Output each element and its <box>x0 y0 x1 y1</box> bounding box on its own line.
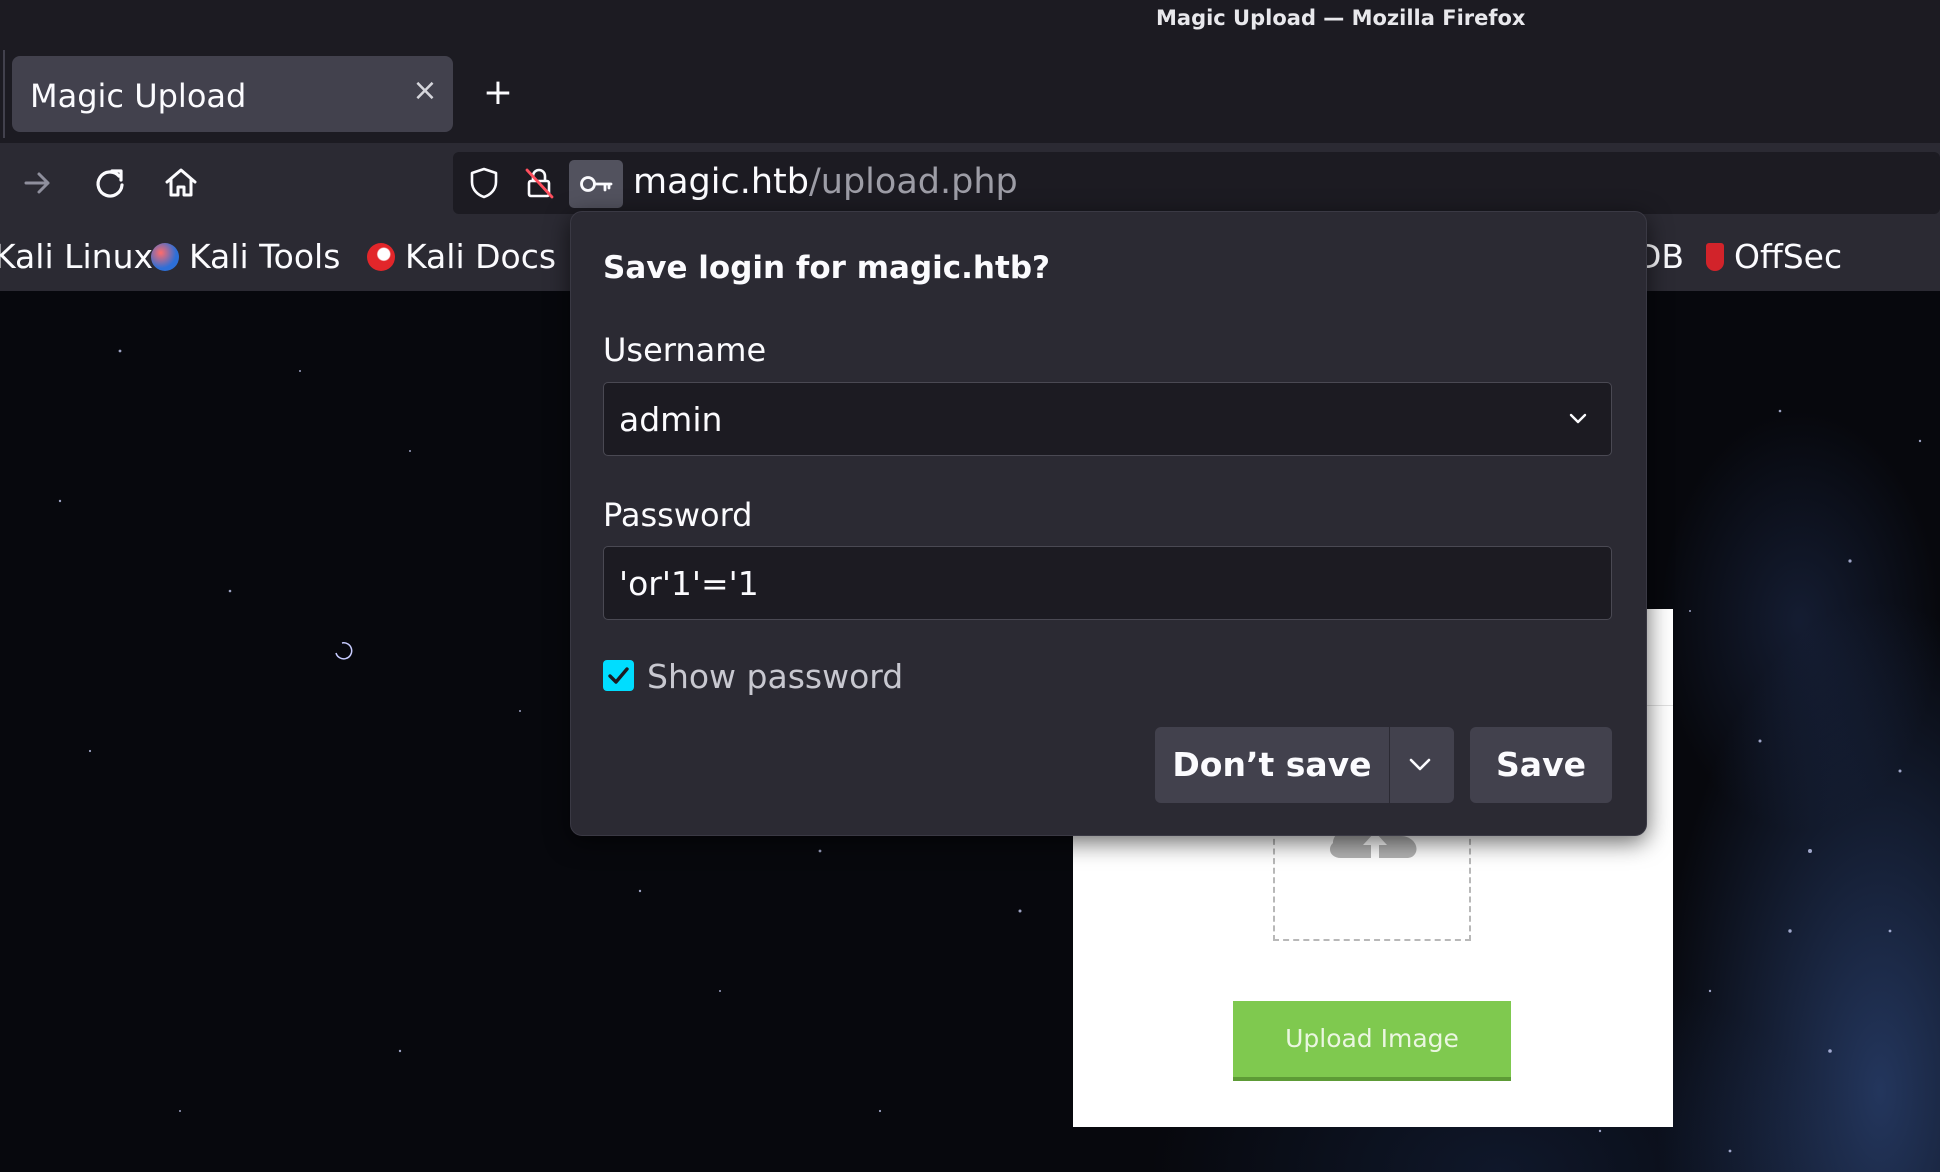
kali-docs-icon <box>367 243 395 271</box>
url-bar[interactable]: magic.htb/upload.php <box>453 152 1940 214</box>
url-text[interactable]: magic.htb/upload.php <box>633 162 1018 202</box>
shield-icon[interactable] <box>466 165 502 201</box>
url-host: magic.htb <box>633 162 809 202</box>
insecure-lock-icon[interactable] <box>521 165 557 201</box>
save-button[interactable]: Save <box>1470 727 1612 803</box>
username-value: admin <box>619 400 723 439</box>
tab-label: Magic Upload <box>30 77 247 115</box>
forward-icon <box>24 172 50 194</box>
show-password-checkbox[interactable] <box>603 660 634 691</box>
home-button[interactable] <box>159 161 203 205</box>
password-label: Password <box>603 496 753 534</box>
url-path: /upload.php <box>808 162 1018 202</box>
show-password-label[interactable]: Show password <box>647 657 903 696</box>
reload-icon <box>96 169 124 198</box>
dont-save-label: Don’t save <box>1172 745 1372 784</box>
bookmark-label: OffSec <box>1734 237 1843 276</box>
password-field[interactable]: 'or'1'='1 <box>603 546 1612 620</box>
bookmark-kali-linux[interactable]: Kali Linux <box>0 237 153 276</box>
key-icon <box>580 176 613 192</box>
home-icon <box>165 168 197 197</box>
forward-button[interactable] <box>16 161 60 205</box>
username-dropdown[interactable]: admin <box>603 382 1612 456</box>
save-login-popup: Save login for magic.htb? Username admin… <box>570 211 1647 836</box>
bookmark-offsec[interactable]: OffSec <box>1706 237 1842 276</box>
bookmark-label: Kali Linux <box>0 237 154 276</box>
reload-button[interactable] <box>88 161 132 205</box>
window-titlebar: Magic Upload — Mozilla Firefox <box>0 0 1940 47</box>
tab-close-icon[interactable]: × <box>407 73 443 109</box>
tab-strip-edge <box>3 50 5 138</box>
key-button[interactable] <box>569 160 623 208</box>
chevron-down-icon[interactable] <box>1405 752 1435 778</box>
tab-strip: Magic Upload × + <box>0 47 1940 143</box>
bookmark-label: Kali Tools <box>189 237 341 276</box>
kali-tools-icon <box>151 243 179 271</box>
dont-save-button[interactable]: Don’t save <box>1155 727 1454 803</box>
bookmark-label: Kali Docs <box>405 237 557 276</box>
popup-title: Save login for magic.htb? <box>603 250 1050 286</box>
bookmark-kali-tools[interactable]: Kali Tools <box>151 237 340 276</box>
button-separator <box>1389 727 1390 803</box>
tab-magic-upload[interactable]: Magic Upload × <box>12 56 453 132</box>
window-title: Magic Upload — Mozilla Firefox <box>1156 6 1526 30</box>
username-label: Username <box>603 331 767 369</box>
chevron-down-icon <box>1569 413 1587 424</box>
password-value: 'or'1'='1 <box>619 564 759 603</box>
new-tab-button[interactable]: + <box>478 73 518 113</box>
offsec-icon <box>1706 243 1724 271</box>
checkmark-icon <box>608 667 629 684</box>
bookmark-kali-docs[interactable]: Kali Docs <box>367 237 556 276</box>
upload-image-button[interactable]: Upload Image <box>1233 1001 1511 1081</box>
